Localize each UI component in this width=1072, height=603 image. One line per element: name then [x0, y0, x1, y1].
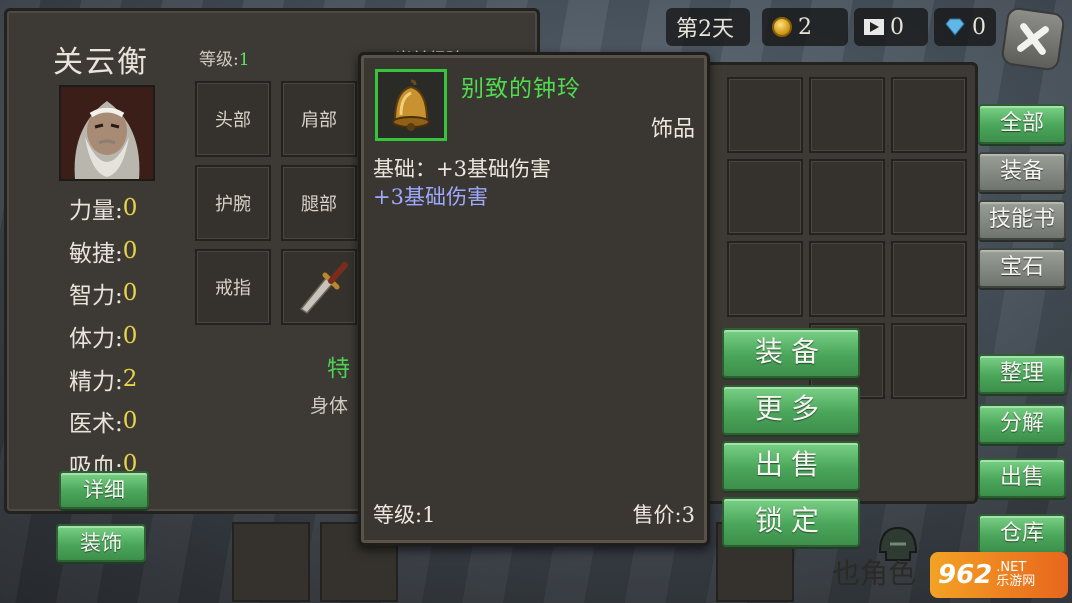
inventory-slot[interactable]	[809, 241, 885, 317]
accessory-button[interactable]: 装饰	[56, 524, 146, 562]
slot-label: 戒指	[215, 278, 251, 299]
stat-stamina: 体力: 0	[69, 315, 137, 358]
decompose-button[interactable]: 分解	[978, 404, 1066, 444]
inventory-slot[interactable]	[727, 77, 803, 153]
more-button[interactable]: 更多	[722, 385, 860, 435]
level-display: 等级:1	[199, 45, 250, 70]
stat-intelligence: 智力: 0	[69, 272, 137, 315]
watermark-number: 962	[938, 560, 993, 590]
inventory-slot[interactable]	[809, 77, 885, 153]
lock-button[interactable]: 锁定	[722, 497, 860, 547]
detail-button[interactable]: 详细	[59, 471, 149, 509]
inventory-slot[interactable]	[809, 159, 885, 235]
equip-slot-ring[interactable]: 戒指	[195, 249, 271, 325]
item-name: 别致的钟玲	[461, 76, 581, 102]
sell-button[interactable]: 出售	[722, 441, 860, 491]
stat-energy: 精力: 2	[69, 357, 137, 400]
inventory-slot[interactable]	[891, 159, 967, 235]
slot-label: 头部	[215, 110, 251, 131]
stat-strength: 力量: 0	[69, 187, 137, 230]
item-bonus-stat: +3基础伤害	[373, 185, 488, 209]
video-value: 0	[890, 14, 904, 40]
sort-button[interactable]: 整理	[978, 354, 1066, 394]
character-portrait	[59, 85, 155, 181]
body-label: 身体	[310, 395, 349, 417]
inventory-slot[interactable]	[891, 323, 967, 399]
tab-equipment[interactable]: 装备	[978, 152, 1066, 192]
diamond-icon	[945, 18, 965, 36]
close-button[interactable]	[1000, 6, 1066, 72]
item-base-stat: 基础：+3基础伤害	[373, 157, 551, 181]
equip-slot-head[interactable]: 头部	[195, 81, 271, 157]
tab-all[interactable]: 全部	[978, 104, 1066, 144]
item-icon-frame	[375, 69, 447, 141]
stat-value: 2	[122, 365, 138, 392]
stat-label: 智力:	[69, 283, 123, 310]
video-icon	[864, 19, 884, 35]
level-value: 1	[238, 50, 250, 70]
special-label: 特	[327, 356, 350, 382]
coin-value: 2	[798, 14, 812, 40]
equip-slot-weapon[interactable]	[281, 249, 357, 325]
item-tooltip: 别致的钟玲 饰品 基础：+3基础伤害 +3基础伤害 等级:1 售价:3	[358, 52, 710, 546]
equip-slot-wrist[interactable]: 护腕	[195, 165, 271, 241]
equip-slot-shoulder[interactable]: 肩部	[281, 81, 357, 157]
stats-list: 力量: 0 敏捷: 0 智力: 0 体力: 0 精力: 2 医术: 0 吸血: 0	[69, 187, 137, 485]
inventory-slot[interactable]	[891, 241, 967, 317]
map-label: 也角色	[832, 557, 917, 590]
stat-label: 力量:	[69, 198, 123, 225]
inventory-panel	[700, 62, 978, 504]
bell-icon	[392, 79, 430, 131]
inventory-slot[interactable]	[891, 77, 967, 153]
equip-slot-leg[interactable]: 腿部	[281, 165, 357, 241]
stat-value: 0	[122, 280, 138, 307]
stat-value: 0	[122, 237, 138, 264]
stat-label: 体力:	[69, 326, 123, 353]
sell-all-button[interactable]: 出售	[978, 458, 1066, 498]
coin-icon	[772, 17, 792, 37]
inventory-slot[interactable]	[727, 241, 803, 317]
site-watermark: 962 .NET 乐游网	[930, 552, 1068, 598]
close-icon	[1017, 23, 1049, 55]
stat-label: 医术:	[69, 411, 123, 438]
stat-label: 敏捷:	[69, 240, 123, 267]
video-counter: 0	[854, 8, 928, 46]
gem-value: 0	[972, 14, 986, 40]
stat-value: 0	[122, 323, 138, 350]
watermark-site-name: 乐游网	[996, 574, 1036, 589]
slot-label: 腿部	[301, 194, 337, 215]
stat-agility: 敏捷: 0	[69, 230, 137, 273]
day-counter: 第2天	[666, 8, 750, 46]
inventory-slot[interactable]	[727, 159, 803, 235]
coin-counter: 2	[762, 8, 848, 46]
dagger-icon	[299, 262, 348, 314]
item-type: 饰品	[650, 117, 695, 142]
character-name: 关云衡	[53, 45, 149, 80]
stat-value: 0	[122, 408, 138, 435]
equip-button[interactable]: 装备	[722, 328, 860, 378]
warehouse-button[interactable]: 仓库	[978, 514, 1066, 554]
watermark-text: .NET 乐游网	[996, 561, 1035, 589]
slot-label: 肩部	[301, 110, 337, 131]
item-level: 等级:1	[373, 503, 436, 527]
level-label: 等级:	[199, 50, 239, 70]
tab-gems[interactable]: 宝石	[978, 248, 1066, 288]
tab-skill-books[interactable]: 技能书	[978, 200, 1066, 240]
stat-medicine: 医术: 0	[69, 400, 137, 443]
quick-slot[interactable]	[232, 522, 310, 602]
item-price: 售价:3	[632, 503, 695, 527]
watermark-domain: .NET	[996, 560, 1027, 575]
slot-label: 护腕	[215, 194, 251, 215]
stat-value: 0	[122, 195, 138, 222]
gem-counter: 0	[934, 8, 996, 46]
stat-label: 精力:	[69, 368, 123, 395]
day-label: 第2天	[676, 17, 734, 42]
